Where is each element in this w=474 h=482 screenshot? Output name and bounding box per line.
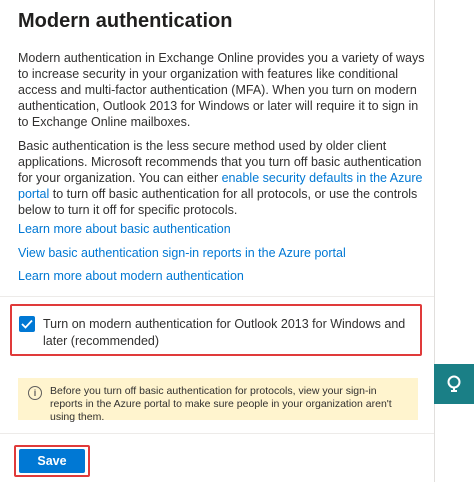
feedback-button[interactable] (434, 364, 474, 404)
panel-title: Modern authentication (18, 10, 233, 32)
paragraph-2-text-end: to turn off basic authentication for all… (18, 187, 418, 217)
feedback-icon (447, 375, 461, 392)
learn-basic-auth-link[interactable]: Learn more about basic authentication (18, 222, 231, 236)
modern-authentication-panel: Modern authentication Modern authenticat… (0, 0, 435, 482)
checkmark-icon (21, 319, 33, 329)
info-icon: i (28, 386, 42, 400)
modern-auth-checkbox-label[interactable]: Turn on modern authentication for Outloo… (43, 316, 421, 350)
description-paragraph-1: Modern authentication in Exchange Online… (18, 51, 425, 129)
info-message-text: Before you turn off basic authentication… (50, 385, 392, 423)
info-message-bar: i Before you turn off basic authenticati… (18, 378, 418, 423)
modern-auth-checkbox[interactable] (19, 316, 35, 332)
learn-modern-auth-link[interactable]: Learn more about modern authentication (18, 269, 244, 283)
description-paragraph-2: Basic authentication is the less secure … (18, 138, 428, 218)
sign-in-reports-link[interactable]: View basic authentication sign-in report… (18, 246, 346, 260)
save-button[interactable]: Save (19, 449, 85, 473)
section-divider (0, 296, 434, 297)
footer-divider (0, 433, 434, 434)
